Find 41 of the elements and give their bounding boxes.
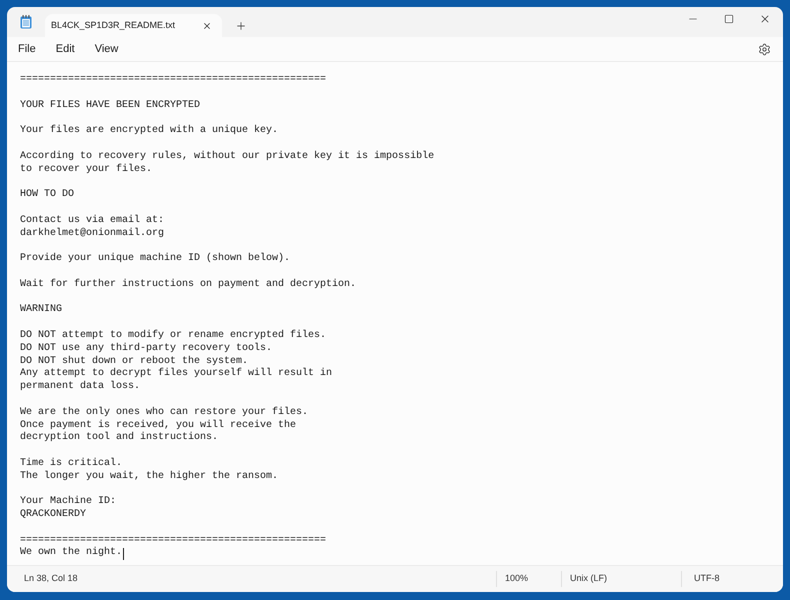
document-tab[interactable]: BL4CK_SP1D3R_README.txt (45, 14, 222, 37)
text-line: Provide your unique machine ID (shown below). (20, 253, 290, 266)
text-line: =================================================== (20, 74, 326, 87)
text-line: Wait for further instructions on payment and decryption. (20, 278, 356, 292)
text-line: HOW TO DO (20, 189, 74, 202)
menu-item[interactable]: View (94, 40, 118, 58)
text-line: Your files are encrypted with a unique key. (20, 125, 278, 138)
text-line: We are the only ones who can restore your files. (20, 406, 308, 420)
zoom-level[interactable]: 100% (497, 572, 561, 586)
menu-item[interactable]: File (18, 40, 36, 58)
text-line: According to recovery rules, without our private key it is impossible (20, 150, 434, 164)
text-line: permanent data loss. (20, 381, 140, 394)
text-line: We own the night. (20, 547, 122, 560)
menu-item[interactable]: Edit (56, 40, 75, 58)
text-line: Your Machine ID: (20, 496, 116, 509)
text-cursor (123, 548, 124, 560)
text-line: DO NOT use any third-party recovery tools. (20, 342, 272, 356)
text-line: WARNING (20, 304, 62, 318)
text-line: QRACKONERDY (20, 509, 86, 522)
maximize-icon[interactable] (724, 14, 734, 24)
text-line: Any attempt to decrypt files yourself will result in (20, 368, 332, 380)
text-line: to recover your files. (20, 164, 152, 176)
text-line: YOUR FILES HAVE BEEN ENCRYPTED (20, 100, 200, 112)
text-line: Once payment is received, you will receive the (20, 420, 296, 432)
close-tab-icon[interactable] (202, 20, 212, 30)
text-line: darkhelmet@onionmail.org (20, 228, 164, 240)
text-line: =================================================== (20, 534, 326, 546)
text-line: Time is critical. (20, 458, 122, 470)
tab-title: BL4CK_SP1D3R_README.txt (51, 18, 176, 32)
notepad-icon (20, 15, 32, 29)
line-ending[interactable]: Unix (LF) (562, 572, 681, 586)
settings-icon[interactable] (758, 42, 771, 56)
text-line: The longer you wait, the higher the ransom. (20, 470, 278, 484)
text-line: DO NOT shut down or reboot the system. (20, 356, 248, 368)
text-line: decryption tool and instructions. (20, 432, 218, 446)
cursor-position: Ln 38, Col 18 (23, 572, 79, 586)
close-icon[interactable] (759, 13, 771, 25)
encoding[interactable]: UTF-8 (682, 572, 720, 586)
text-line: Contact us via email at: (20, 214, 164, 228)
text-line: DO NOT attempt to modify or rename encrypted files. (20, 330, 326, 342)
new-tab-icon[interactable] (235, 20, 247, 32)
